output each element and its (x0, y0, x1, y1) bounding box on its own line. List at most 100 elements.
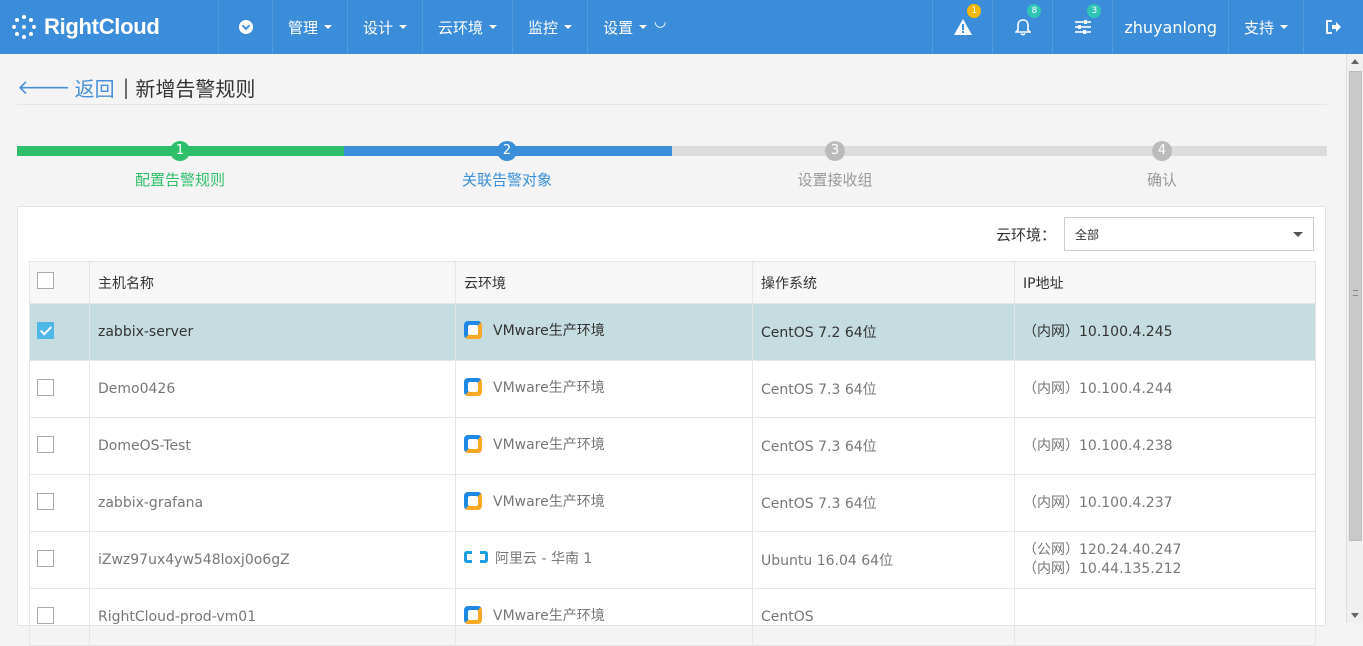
column-header-cloud-env[interactable]: 云环境 (455, 261, 753, 304)
table-row[interactable]: zabbix-server VMware生产环境 CentOS 7.2 64位 … (29, 303, 1316, 361)
caret-down-icon (564, 25, 573, 29)
logout-button[interactable] (1303, 0, 1363, 54)
hostname-cell: Demo0426 (89, 360, 456, 418)
logout-icon (1325, 20, 1341, 34)
aliyun-icon (464, 549, 488, 567)
hostname-cell: RightCloud-prod-vm01 (89, 588, 456, 646)
cloud-env-filter-label: 云环境： (995, 225, 1056, 244)
step-4-dot: 4 (1152, 141, 1172, 161)
select-all-cell (29, 261, 90, 304)
ip-line: （内网）10.44.135.212 (1023, 561, 1182, 577)
nav-monitor[interactable]: 监控 (512, 0, 587, 54)
caret-down-icon (489, 25, 498, 29)
grip-icon (1353, 290, 1358, 296)
hostname-cell: zabbix-grafana (89, 474, 456, 532)
cloud-env-filter: 云环境： 全部 (996, 217, 1314, 251)
top-navbar: RightCloud 管理 设计 云环境 监控 设置 ◡ 1 8 3 zhuya… (0, 0, 1363, 54)
header-divider (17, 104, 1327, 105)
page-title: 新增告警规则 (135, 76, 256, 101)
page-scrollbar[interactable] (1346, 54, 1363, 623)
notifications-count-badge: 8 (1027, 4, 1042, 18)
table-row[interactable]: Demo0426 VMware生产环境 CentOS 7.3 64位 （内网）1… (29, 360, 1316, 418)
step-4-label: 确认 (1146, 171, 1177, 189)
vmware-icon (464, 435, 482, 453)
title-separator: | (122, 75, 130, 99)
step-2-dot: 2 (497, 141, 517, 161)
table-row[interactable]: DomeOS-Test VMware生产环境 CentOS 7.3 64位 （内… (29, 417, 1316, 475)
loading-spinner-icon: ◡ (654, 14, 667, 30)
scrollbar-thumb[interactable] (1349, 71, 1362, 541)
logo[interactable]: RightCloud (0, 0, 218, 54)
cloud-env-cell: VMware生产环境 (493, 494, 605, 510)
table-row[interactable]: iZwz97ux4yw548loxj0o6gZ 阿里云 - 华南 1 Ubunt… (29, 531, 1316, 589)
logo-text: RightCloud (44, 14, 160, 39)
row-checkbox[interactable] (37, 435, 54, 453)
ip-line: （公网）120.24.40.247 (1023, 542, 1182, 558)
scroll-down-icon[interactable] (1351, 613, 1359, 618)
step-2-label: 关联告警对象 (461, 171, 552, 189)
nav-design[interactable]: 设计 (347, 0, 422, 54)
caret-down-icon (324, 25, 333, 29)
step-3-label: 设置接收组 (797, 171, 873, 189)
ip-line: （内网）10.100.4.244 (1023, 380, 1173, 397)
row-checkbox[interactable] (37, 321, 54, 339)
step-1-dot: 1 (170, 141, 190, 161)
os-cell: CentOS 7.3 64位 (752, 360, 1015, 418)
caret-down-icon (1280, 25, 1288, 29)
hostname-cell: DomeOS-Test (89, 417, 456, 475)
nav-cloud-env[interactable]: 云环境 (422, 0, 512, 54)
alerts-count-badge: 1 (967, 4, 982, 18)
cloud-env-cell: VMware生产环境 (493, 323, 605, 339)
support-menu[interactable]: 支持 (1227, 0, 1303, 54)
column-header-os[interactable]: 操作系统 (752, 261, 1015, 304)
vmware-icon (464, 492, 482, 510)
page-header: 🡐 返回 | 新增告警规则 (17, 70, 255, 104)
warning-icon (953, 19, 972, 35)
step-3-dot: 3 (825, 141, 845, 161)
column-header-hostname[interactable]: 主机名称 (89, 261, 456, 304)
user-menu[interactable]: zhuyanlong (1112, 0, 1228, 54)
cloud-env-cell: 阿里云 - 华南 1 (495, 551, 593, 567)
vmware-icon (464, 321, 482, 339)
vmware-icon (464, 378, 482, 396)
os-cell: CentOS 7.3 64位 (752, 417, 1015, 475)
back-link[interactable]: 🡐 返回 (17, 73, 115, 102)
row-checkbox[interactable] (37, 492, 54, 510)
nav-settings[interactable]: 设置 (587, 0, 662, 54)
notifications-button[interactable]: 8 (992, 0, 1052, 54)
scroll-up-icon[interactable] (1351, 59, 1359, 64)
settings-tasks-button[interactable]: 3 (1052, 0, 1112, 54)
os-cell: CentOS 7.2 64位 (752, 303, 1015, 361)
caret-down-icon (399, 25, 408, 29)
column-header-ip[interactable]: IP地址 (1014, 261, 1316, 304)
table-header-row: 主机名称 云环境 操作系统 IP地址 (29, 261, 1316, 304)
nav-collapse-button[interactable] (218, 0, 272, 54)
cloud-env-cell: VMware生产环境 (493, 608, 605, 624)
step-3-4-bar (672, 146, 1327, 156)
ip-line: （内网）10.100.4.238 (1023, 437, 1173, 454)
ip-line: （内网）10.100.4.245 (1023, 323, 1173, 340)
row-checkbox[interactable] (37, 549, 54, 567)
select-all-checkbox[interactable] (37, 272, 54, 289)
hosts-panel: 云环境： 全部 主机名称 云环境 操作系统 IP地址 zabbix-server… (17, 206, 1326, 646)
os-cell: CentOS 7.3 64位 (752, 474, 1015, 532)
row-checkbox[interactable] (37, 606, 54, 624)
table-row[interactable]: RightCloud-prod-vm01 VMware生产环境 CentOS (29, 588, 1316, 646)
nav-manage[interactable]: 管理 (272, 0, 347, 54)
vmware-icon (464, 606, 482, 624)
row-checkbox[interactable] (37, 378, 54, 396)
cloud-env-select[interactable]: 全部 (1064, 217, 1314, 251)
settings-count-badge: 3 (1087, 4, 1102, 18)
hostname-cell: zabbix-server (89, 303, 456, 361)
cloud-env-cell: VMware生产环境 (493, 380, 605, 396)
ip-line: （内网）10.100.4.237 (1023, 494, 1173, 511)
hostname-cell: iZwz97ux4yw548loxj0o6gZ (89, 531, 456, 589)
table-row[interactable]: zabbix-grafana VMware生产环境 CentOS 7.3 64位… (29, 474, 1316, 532)
chevron-down-icon (238, 20, 253, 34)
alerts-button[interactable]: 1 (932, 0, 992, 54)
bell-icon (1014, 18, 1031, 36)
cloud-env-cell: VMware生产环境 (493, 437, 605, 453)
os-cell: Ubuntu 16.04 64位 (752, 531, 1015, 589)
os-cell: CentOS (752, 588, 1015, 646)
caret-down-icon (1293, 231, 1303, 237)
